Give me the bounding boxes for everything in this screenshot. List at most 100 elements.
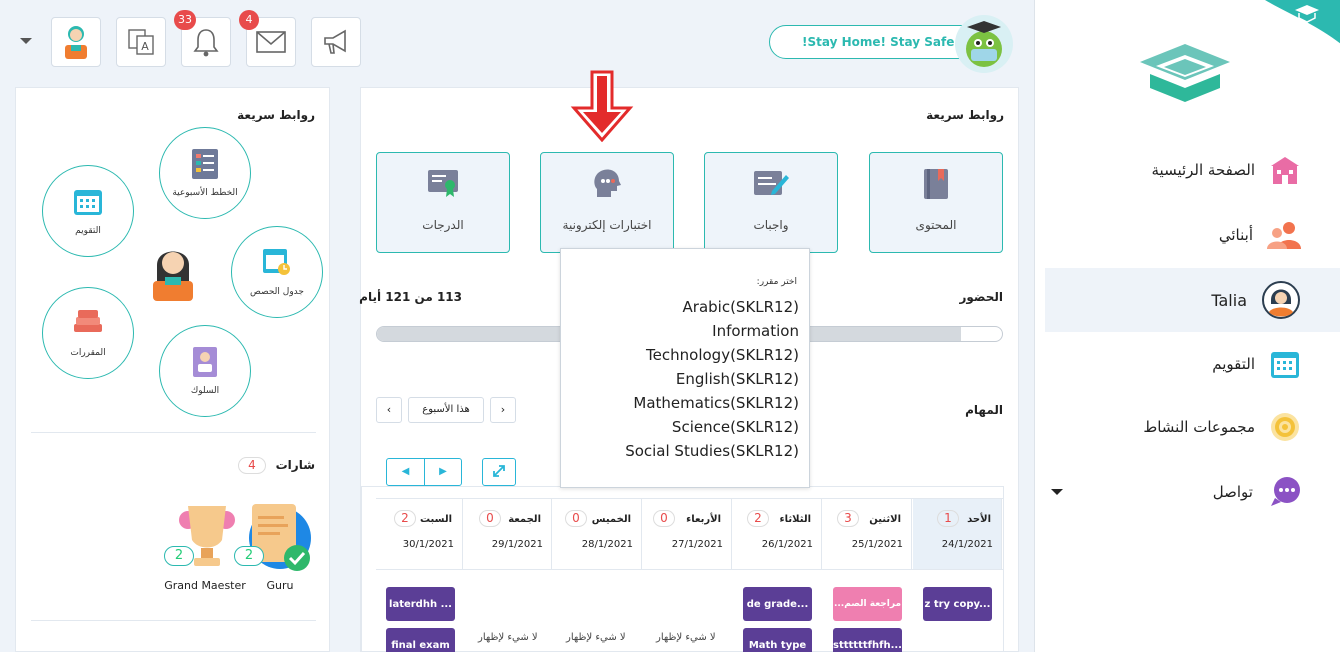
sidebar-item-talia[interactable]: Talia: [1045, 268, 1340, 332]
circle-label: التقويم: [75, 226, 101, 236]
scroll-right-button[interactable]: ▶: [425, 459, 461, 485]
messages-button[interactable]: 4: [239, 10, 296, 67]
chevron-right-icon: ›: [500, 403, 506, 416]
day-name: الاثنين: [869, 514, 901, 525]
badge-guru[interactable]: 2: [234, 502, 314, 572]
profile-button[interactable]: [51, 17, 101, 67]
badge-grand-maester-count: 2: [164, 546, 194, 566]
day-date: 26/1/2021: [761, 539, 813, 550]
task-chip[interactable]: de grade...: [743, 587, 812, 621]
circle-weekly-plans[interactable]: الخطط الأسبوعية: [159, 127, 251, 219]
triangle-left-icon: ◀: [401, 466, 410, 477]
language-button[interactable]: A: [116, 17, 166, 67]
messages-badge: 4: [239, 10, 259, 30]
sidebar-item-label: مجموعات النشاط: [1143, 418, 1255, 436]
day-column-sunday: الأحد 1 24/1/2021: [913, 498, 1002, 570]
sidebar-item-activity-groups[interactable]: مجموعات النشاط: [1045, 395, 1340, 459]
stay-home-banner: !Stay Home! Stay Safe: [769, 25, 983, 59]
tile-homework[interactable]: واجبات: [704, 152, 838, 253]
day-column-thursday: الخميس 0 28/1/2021: [553, 498, 642, 570]
logo-icon: [1140, 44, 1230, 102]
student-avatar-icon: [153, 251, 193, 301]
activity-target-icon: [1271, 413, 1299, 441]
circle-label: الخطط الأسبوعية: [172, 188, 238, 198]
sidebar-item-label: الصفحة الرئيسية: [1151, 161, 1256, 179]
red-arrow-down-icon: [570, 70, 634, 142]
task-chip[interactable]: laterdhh ...: [386, 587, 455, 621]
day-date: 25/1/2021: [851, 539, 903, 550]
badge-grand-maester[interactable]: 2: [164, 502, 238, 572]
circle-label: المقررات: [70, 348, 106, 358]
notifications-badge: 33: [174, 10, 196, 30]
popup-option[interactable]: Technology(SKLR12): [646, 346, 799, 364]
dropdown-caret-icon[interactable]: [20, 38, 32, 44]
badges-title: شارات: [275, 458, 315, 472]
popup-option[interactable]: Arabic(SKLR12): [683, 298, 799, 316]
sidebar-item-calendar[interactable]: التقويم: [1045, 332, 1340, 396]
attendance-title: الحضور: [959, 290, 1003, 304]
circle-calendar[interactable]: التقويم: [42, 165, 134, 257]
communication-expand-caret-icon[interactable]: [1051, 489, 1063, 495]
courses-books-icon: [74, 310, 102, 332]
previous-week-button[interactable]: ‹: [376, 397, 402, 423]
badge-guru-name: Guru: [266, 579, 294, 592]
divider: [31, 432, 316, 433]
day-count: 0: [479, 510, 501, 527]
day-column-wednesday: الأربعاء 0 27/1/2021: [643, 498, 732, 570]
day-column-tuesday: الثلاثاء 2 26/1/2021: [733, 498, 822, 570]
bell-icon: [193, 29, 219, 57]
tile-content[interactable]: المحتوى: [869, 152, 1003, 253]
mascot-avatar: [955, 15, 1013, 73]
sidebar-item-label: التقويم: [1212, 355, 1255, 373]
popup-option[interactable]: Information: [712, 322, 799, 340]
school-building-icon: [1271, 157, 1299, 184]
day-column-saturday: السبت 2 30/1/2021: [376, 498, 463, 570]
scroll-left-button[interactable]: ◀: [387, 459, 425, 485]
sidebar-item-home[interactable]: الصفحة الرئيسية: [1045, 138, 1340, 202]
left-panel: روابط سريعة الخطط الأسبوعية التقويم جدول…: [15, 87, 330, 652]
popup-option[interactable]: Science(SKLR12): [672, 418, 799, 436]
mascot-icon: [966, 21, 1002, 67]
circle-class-schedule[interactable]: جدول الحصص: [231, 226, 323, 318]
no-tasks-text: لا شيء لإظهار: [656, 632, 716, 643]
schedule-icon: [263, 249, 290, 275]
day-count: 0: [653, 510, 675, 527]
sidebar-item-communication[interactable]: تواصل: [1045, 460, 1340, 524]
sidebar-item-my-children[interactable]: أبنائي: [1045, 203, 1340, 267]
chat-bubbles-icon: [1271, 477, 1300, 506]
table-scroll-controls: ◀ ▶: [386, 458, 462, 486]
corner-cap-icon: [1265, 0, 1340, 44]
stay-home-text: !Stay Home! Stay Safe: [802, 35, 955, 49]
circle-label: السلوك: [190, 386, 220, 396]
popup-option[interactable]: Mathematics(SKLR12): [633, 394, 799, 412]
next-week-button[interactable]: ›: [490, 397, 516, 423]
announcements-button[interactable]: [311, 17, 361, 67]
task-chip[interactable]: final exam: [386, 628, 455, 652]
task-chip[interactable]: sttttttfhfh...: [833, 628, 902, 652]
task-chip[interactable]: z try copy...: [923, 587, 992, 621]
circle-behavior[interactable]: السلوك: [159, 325, 251, 417]
notifications-button[interactable]: 33: [174, 10, 231, 67]
tile-e-exams[interactable]: اختبارات إلكترونية: [540, 152, 674, 253]
badge-guru-count: 2: [234, 546, 264, 566]
popup-option[interactable]: Social Studies(SKLR12): [625, 442, 799, 460]
tile-grades[interactable]: الدرجات: [376, 152, 510, 253]
this-week-button[interactable]: هذا الأسبوع: [408, 397, 484, 423]
task-chip[interactable]: مراجعة الصم...: [833, 587, 902, 621]
day-column-monday: الاثنين 3 25/1/2021: [823, 498, 912, 570]
certificate-icon: [428, 170, 458, 197]
divider: [31, 620, 316, 621]
day-date: 29/1/2021: [491, 539, 543, 550]
expand-button[interactable]: [482, 458, 516, 486]
behavior-icon: [193, 347, 217, 377]
expand-icon: [493, 465, 505, 477]
student-avatar-icon: [1262, 281, 1300, 319]
tile-label: واجبات: [753, 218, 789, 232]
day-name: الجمعة: [508, 514, 541, 525]
task-chip[interactable]: Math type: [743, 628, 812, 652]
day-name: الخميس: [591, 514, 631, 525]
circle-courses[interactable]: المقررات: [42, 287, 134, 379]
popup-option[interactable]: English(SKLR12): [676, 370, 799, 388]
day-count: 2: [747, 510, 769, 527]
day-column-friday: الجمعة 0 29/1/2021: [463, 498, 552, 570]
